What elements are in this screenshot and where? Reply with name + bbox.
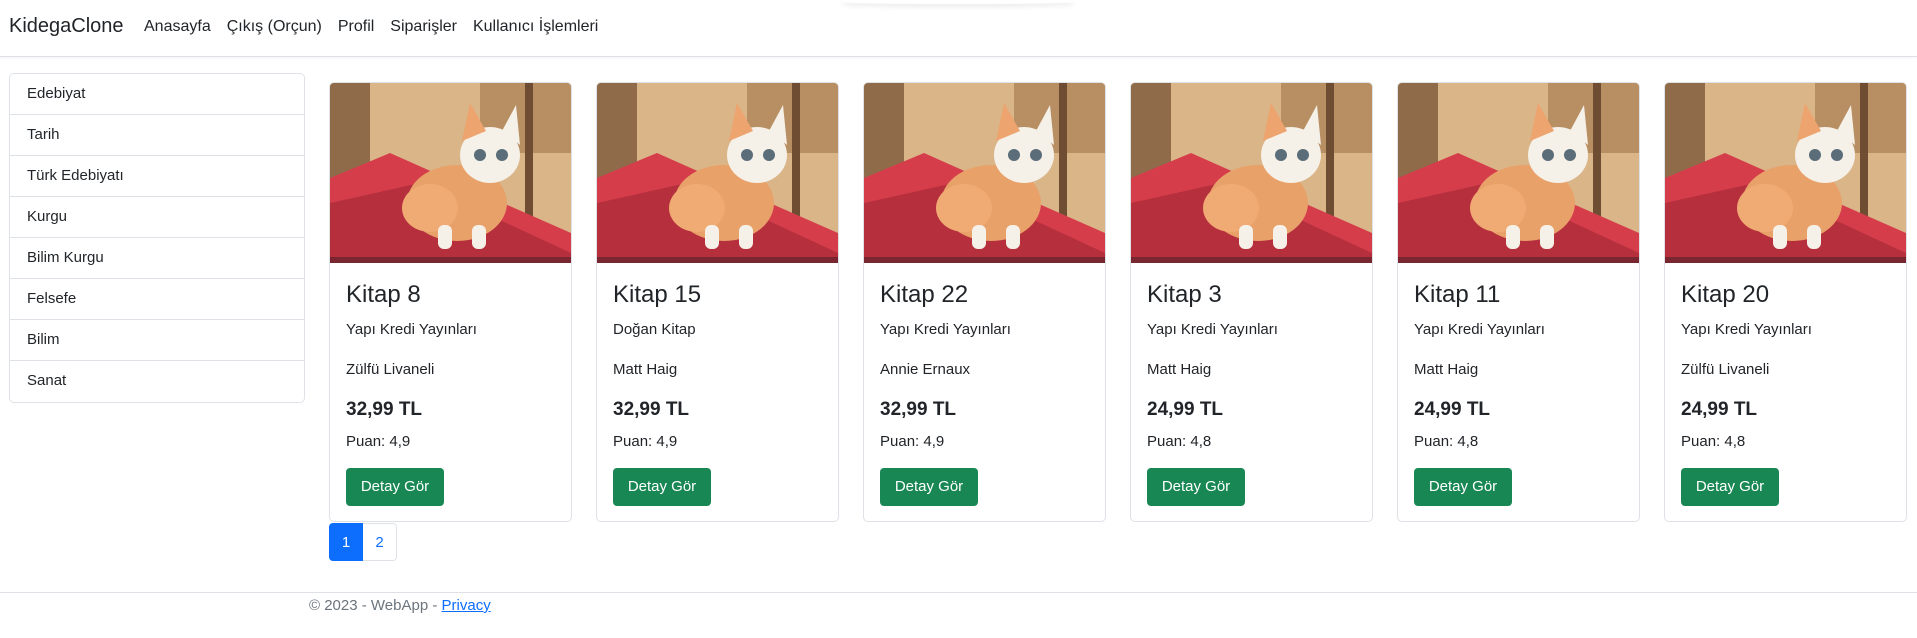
privacy-link[interactable]: Privacy (442, 597, 491, 614)
card-publisher: Doğan Kitap (613, 321, 696, 338)
card-publisher: Yapı Kredi Yayınları (1147, 321, 1278, 338)
pagination: 1 2 (329, 523, 397, 561)
nav-links: Anasayfa Çıkış (Orçun) Profil Siparişler… (144, 18, 598, 36)
card-author: Matt Haig (1147, 361, 1212, 378)
detail-button[interactable]: Detay Gör (346, 468, 444, 506)
card-title: Kitap 20 (1681, 281, 1770, 308)
card-author: Zülfü Livaneli (346, 361, 435, 378)
card-rating: Puan: 4,9 (880, 433, 945, 450)
product-card: Kitap 22 Yapı Kredi Yayınları Annie Erna… (863, 82, 1106, 522)
card-price: 24,99 TL (1681, 399, 1758, 420)
card-price: 24,99 TL (1147, 399, 1224, 420)
card-rating: Puan: 4,8 (1681, 433, 1746, 450)
card-rating: Puan: 4,9 (346, 433, 411, 450)
page-link-2[interactable]: 2 (363, 523, 397, 561)
card-title: Kitap 8 (346, 281, 421, 308)
card-rating: Puan: 4,8 (1414, 433, 1479, 450)
detail-button[interactable]: Detay Gör (880, 468, 978, 506)
book-cover-image (330, 83, 571, 263)
navbar: KidegaClone Anasayfa Çıkış (Orçun) Profi… (0, 0, 1917, 57)
card-publisher: Yapı Kredi Yayınları (346, 321, 477, 338)
sidebar-item-tarih[interactable]: Tarih (10, 115, 304, 156)
brand-link[interactable]: KidegaClone (9, 15, 124, 38)
card-author: Matt Haig (1414, 361, 1479, 378)
detail-button[interactable]: Detay Gör (1147, 468, 1245, 506)
card-title: Kitap 3 (1147, 281, 1222, 308)
book-cover-image (864, 83, 1105, 263)
page-link-1[interactable]: 1 (329, 523, 363, 561)
product-card: Kitap 11 Yapı Kredi Yayınları Matt Haig … (1397, 82, 1640, 522)
card-publisher: Yapı Kredi Yayınları (1681, 321, 1812, 338)
nav-link-user-operations[interactable]: Kullanıcı İşlemleri (473, 18, 598, 36)
sidebar-item-felsefe[interactable]: Felsefe (10, 279, 304, 320)
top-shadow (843, 0, 1073, 4)
card-title: Kitap 15 (613, 281, 702, 308)
detail-button[interactable]: Detay Gör (1681, 468, 1779, 506)
nav-link-home[interactable]: Anasayfa (144, 18, 211, 36)
book-cover-image (1131, 83, 1372, 263)
book-cover-image (597, 83, 838, 263)
card-rating: Puan: 4,9 (613, 433, 678, 450)
sidebar-item-bilim-kurgu[interactable]: Bilim Kurgu (10, 238, 304, 279)
sidebar-item-sanat[interactable]: Sanat (10, 361, 304, 402)
card-title: Kitap 11 (1414, 281, 1501, 308)
product-card: Kitap 8 Yapı Kredi Yayınları Zülfü Livan… (329, 82, 572, 522)
sidebar-item-kurgu[interactable]: Kurgu (10, 197, 304, 238)
product-card: Kitap 3 Yapı Kredi Yayınları Matt Haig 2… (1130, 82, 1373, 522)
nav-link-orders[interactable]: Siparişler (390, 18, 457, 36)
card-price: 32,99 TL (613, 399, 690, 420)
category-sidebar: Edebiyat Tarih Türk Edebiyatı Kurgu Bili… (9, 73, 305, 403)
card-author: Annie Ernaux (880, 361, 971, 378)
footer-text: © 2023 - WebApp - Privacy (309, 597, 491, 614)
card-price: 32,99 TL (880, 399, 957, 420)
book-cover-image (1665, 83, 1906, 263)
card-rating: Puan: 4,8 (1147, 433, 1212, 450)
product-card: Kitap 15 Doğan Kitap Matt Haig 32,99 TL … (596, 82, 839, 522)
detail-button[interactable]: Detay Gör (613, 468, 711, 506)
nav-link-logout[interactable]: Çıkış (Orçun) (227, 18, 322, 36)
product-card: Kitap 20 Yapı Kredi Yayınları Zülfü Liva… (1664, 82, 1907, 522)
footer: © 2023 - WebApp - Privacy (0, 592, 1917, 614)
card-title: Kitap 22 (880, 281, 969, 308)
sidebar-item-edebiyat[interactable]: Edebiyat (10, 74, 304, 115)
copyright-text: © 2023 - WebApp - (309, 597, 442, 614)
sidebar-item-turk-edebiyati[interactable]: Türk Edebiyatı (10, 156, 304, 197)
book-cover-image (1398, 83, 1639, 263)
card-author: Matt Haig (613, 361, 678, 378)
card-publisher: Yapı Kredi Yayınları (1414, 321, 1545, 338)
card-price: 32,99 TL (346, 399, 423, 420)
card-price: 24,99 TL (1414, 399, 1491, 420)
sidebar-item-bilim[interactable]: Bilim (10, 320, 304, 361)
nav-link-profile[interactable]: Profil (338, 18, 374, 36)
card-publisher: Yapı Kredi Yayınları (880, 321, 1011, 338)
detail-button[interactable]: Detay Gör (1414, 468, 1512, 506)
card-author: Zülfü Livaneli (1681, 361, 1770, 378)
